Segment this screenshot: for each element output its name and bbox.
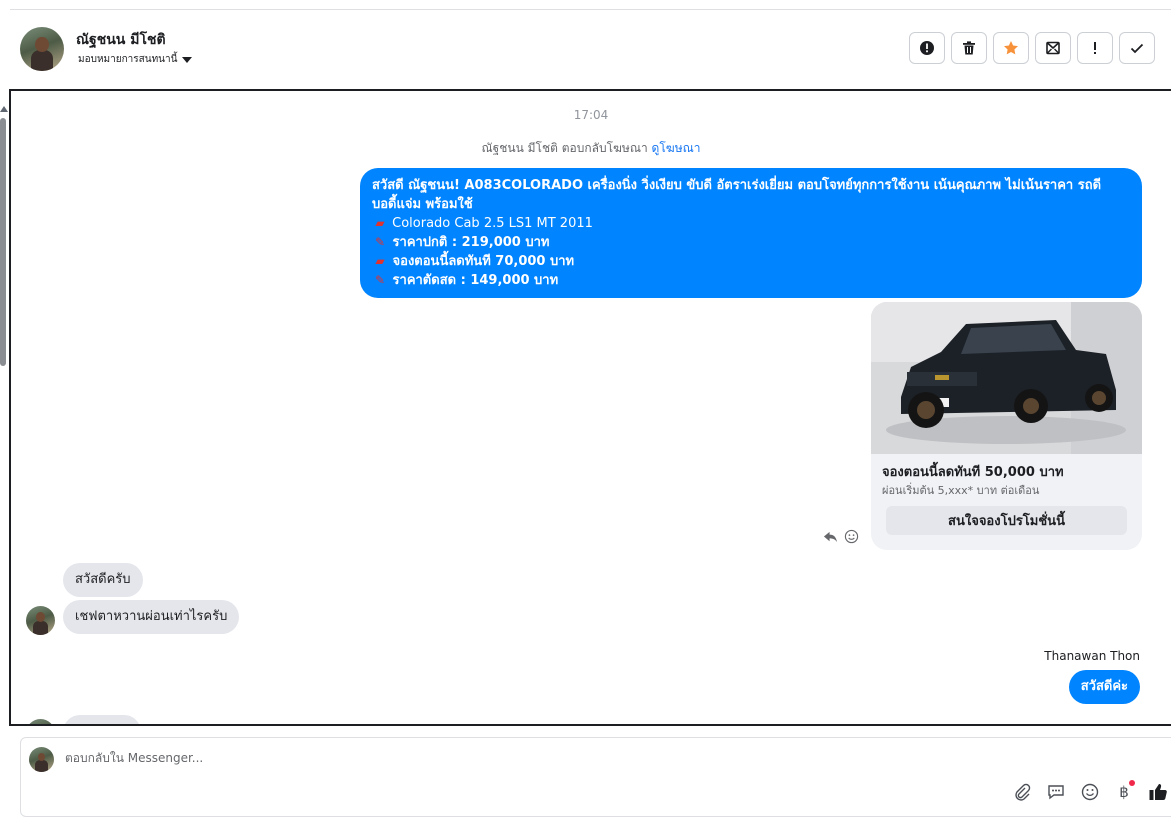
emoji-react-icon[interactable]	[844, 529, 859, 544]
ad-card[interactable]: จองตอนนี้ลดทันที 50,000 บาท ผ่อนเริ่มต้น…	[871, 302, 1142, 550]
notification-dot	[1129, 780, 1135, 786]
contact-avatar-small	[26, 719, 55, 724]
star-icon	[1004, 41, 1018, 55]
payment-button[interactable]: ฿	[1113, 780, 1135, 803]
page-avatar	[29, 747, 54, 772]
contact-avatar[interactable]	[20, 27, 64, 71]
contact-avatar-small	[26, 606, 55, 635]
pushpin-icon: ✎	[374, 273, 386, 287]
ad-message-line: สวัสดี ณัฐชนน! A083COLORADO เครื่องนิ่ง …	[372, 178, 1102, 212]
baht-icon: ฿	[1119, 783, 1129, 801]
priority-button[interactable]	[1077, 32, 1113, 64]
ad-final-price: ราคาตัดสด : 149,000 บาท	[392, 273, 559, 288]
sender-name: Thanawan Thon	[1044, 649, 1140, 663]
mark-unread-button[interactable]	[1035, 32, 1071, 64]
ad-message-line: ▰ จองตอนนี้ลดทันที 70,000 บาท	[372, 252, 1130, 271]
ad-message-line: ✎ ราคาตัดสด : 149,000 บาท	[372, 271, 1130, 290]
composer-tools: ฿	[1011, 780, 1169, 803]
ad-discount: จองตอนนี้ลดทันที 70,000 บาท	[392, 254, 575, 269]
alert-circle-icon	[920, 41, 934, 55]
message-thread[interactable]: 17:04 ณัฐชนน มีโชติ ตอบกลับโฆษณา ดูโฆษณา…	[9, 89, 1171, 726]
assign-conversation-dropdown[interactable]: มอบหมายการสนทนานี้	[78, 52, 193, 67]
ad-normal-price: ราคาปกติ : 219,000 บาท	[392, 235, 550, 250]
mark-done-button[interactable]	[1119, 32, 1155, 64]
contact-name[interactable]: ณัฐชนน มีโชติ	[76, 29, 166, 51]
chat-bubble-icon	[1048, 785, 1064, 800]
view-ad-link[interactable]: ดูโฆษณา	[652, 141, 701, 155]
thumbs-up-icon	[1149, 784, 1167, 800]
message-timestamp: 17:04	[573, 108, 609, 122]
ad-message-line: ✎ ราคาปกติ : 219,000 บาท	[372, 233, 1130, 252]
envelope-icon	[1046, 41, 1060, 55]
smiley-icon	[1081, 783, 1099, 801]
message-actions	[823, 529, 859, 544]
assign-label: มอบหมายการสนทนานี้	[78, 54, 178, 65]
scroll-up-arrow[interactable]	[0, 106, 8, 112]
saved-replies-button[interactable]	[1045, 781, 1067, 803]
car-icon: ▰	[375, 254, 385, 268]
emoji-button[interactable]	[1079, 781, 1101, 803]
trash-icon	[963, 41, 975, 55]
follow-up-button[interactable]	[993, 32, 1029, 64]
exclamation-icon	[1094, 42, 1096, 54]
car-photo	[871, 302, 1142, 454]
ad-reply-note: ณัฐชนน มีโชติ ตอบกลับโฆษณา ดูโฆษณา	[11, 139, 1171, 158]
conversation-header: ณัฐชนน มีโชติ มอบหมายการสนทนานี้	[10, 10, 1171, 89]
incoming-message[interactable]: เชฟตาหวานผ่อนเท่าไรครับ	[63, 600, 240, 634]
card-title: จองตอนนี้ลดทันที 50,000 บาท	[882, 465, 1064, 480]
outgoing-ad-message[interactable]: สวัสดี ณัฐชนน! A083COLORADO เครื่องนิ่ง …	[360, 168, 1142, 298]
incoming-message[interactable]: สวัสดีครับ	[63, 563, 143, 597]
card-subtitle: ผ่อนเริ่มต้น 5,xxx* บาท ต่อเดือน	[882, 484, 1040, 497]
spam-button[interactable]	[909, 32, 945, 64]
reply-icon[interactable]	[823, 529, 838, 544]
delete-button[interactable]	[951, 32, 987, 64]
reply-input[interactable]	[65, 751, 965, 765]
attach-button[interactable]	[1011, 781, 1033, 803]
car-icon: ▰	[375, 216, 385, 230]
incoming-message-partial[interactable]	[63, 715, 141, 724]
card-cta-button[interactable]: สนใจจองโปรโมชั่นนี้	[886, 506, 1127, 535]
ad-reply-text: ณัฐชนน มีโชติ ตอบกลับโฆษณา	[481, 141, 648, 155]
like-button[interactable]	[1147, 781, 1169, 803]
scrollbar-thumb[interactable]	[0, 118, 6, 366]
ad-model-text: Colorado Cab 2.5 LS1 MT 2011	[392, 216, 593, 231]
outgoing-message[interactable]: สวัสดีค่ะ	[1068, 670, 1140, 704]
paperclip-icon	[1015, 783, 1031, 801]
caret-down-icon	[182, 56, 193, 63]
ad-message-line: ▰ Colorado Cab 2.5 LS1 MT 2011	[372, 214, 1130, 233]
message-composer: ฿	[20, 737, 1171, 817]
header-actions	[909, 32, 1155, 64]
check-icon	[1130, 43, 1144, 54]
pushpin-icon: ✎	[374, 235, 386, 249]
